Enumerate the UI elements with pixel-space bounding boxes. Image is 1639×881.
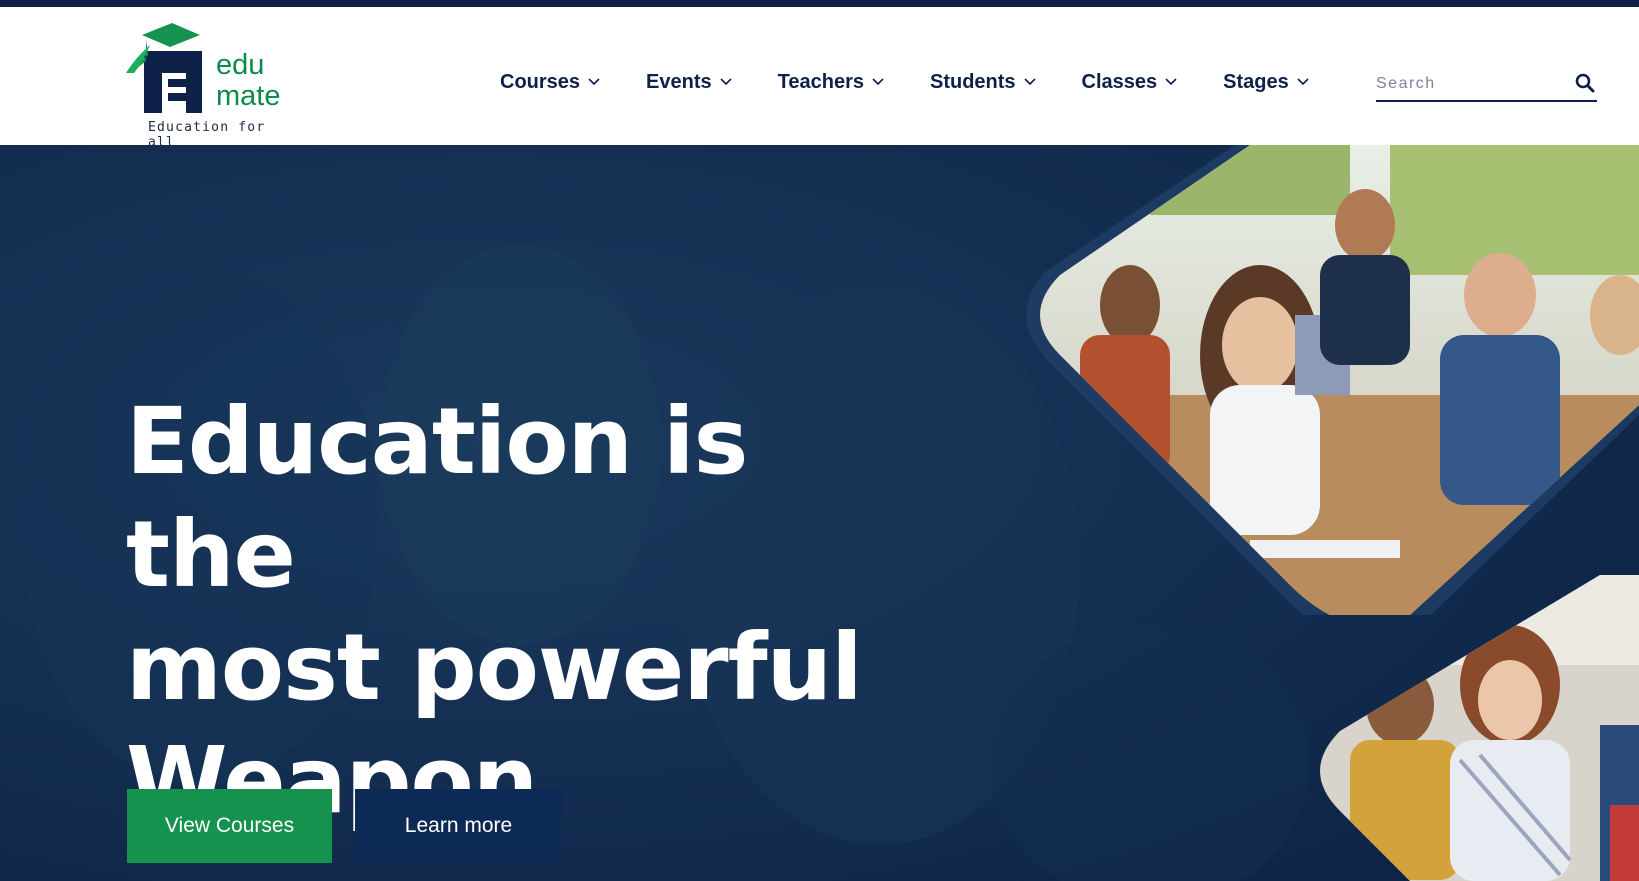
site-header: edu mate Education for all Courses Event…	[0, 7, 1639, 150]
headline-line: Education is the	[126, 388, 748, 608]
nav-item-label: Events	[646, 70, 712, 93]
chevron-down-icon	[1165, 78, 1177, 86]
nav-item-label: Classes	[1081, 70, 1158, 93]
logo-mark-icon	[126, 23, 202, 113]
main-nav: Courses Events Teachers Students Classes…	[500, 62, 1355, 102]
nav-item-classes[interactable]: Classes	[1082, 71, 1178, 94]
hero-headline: Education is the most powerful Weapon	[126, 385, 886, 837]
students-studying-photo	[1320, 575, 1639, 881]
view-courses-button[interactable]: View Courses	[127, 789, 332, 863]
nav-item-events[interactable]: Events	[646, 71, 732, 94]
nav-item-label: Teachers	[777, 70, 864, 93]
chevron-down-icon	[588, 78, 600, 86]
nav-item-stages[interactable]: Stages	[1223, 71, 1309, 94]
logo-text-edu: edu	[216, 49, 265, 81]
learn-more-button[interactable]: Learn more	[355, 789, 562, 863]
hero-section: Education is the most powerful Weapon Vi…	[0, 145, 1639, 881]
students-classroom-photo	[1026, 145, 1639, 615]
headline-line: most powerful	[126, 614, 863, 721]
search-box	[1376, 67, 1597, 102]
logo-text-mate: mate	[216, 80, 281, 112]
nav-item-label: Courses	[500, 70, 581, 93]
nav-item-students[interactable]: Students	[930, 71, 1036, 94]
chevron-down-icon	[1023, 78, 1036, 86]
nav-item-courses[interactable]: Courses	[500, 71, 600, 94]
top-accent-bar	[0, 0, 1639, 7]
nav-item-label: Students	[929, 70, 1016, 93]
chevron-down-icon	[1297, 78, 1309, 86]
nav-item-teachers[interactable]: Teachers	[778, 71, 884, 94]
nav-item-label: Stages	[1223, 70, 1289, 93]
chevron-down-icon	[720, 78, 732, 86]
logo[interactable]: edu mate Education for all	[124, 21, 294, 150]
search-icon[interactable]	[1575, 73, 1595, 93]
search-input[interactable]	[1376, 70, 1556, 98]
chevron-down-icon	[872, 78, 884, 86]
